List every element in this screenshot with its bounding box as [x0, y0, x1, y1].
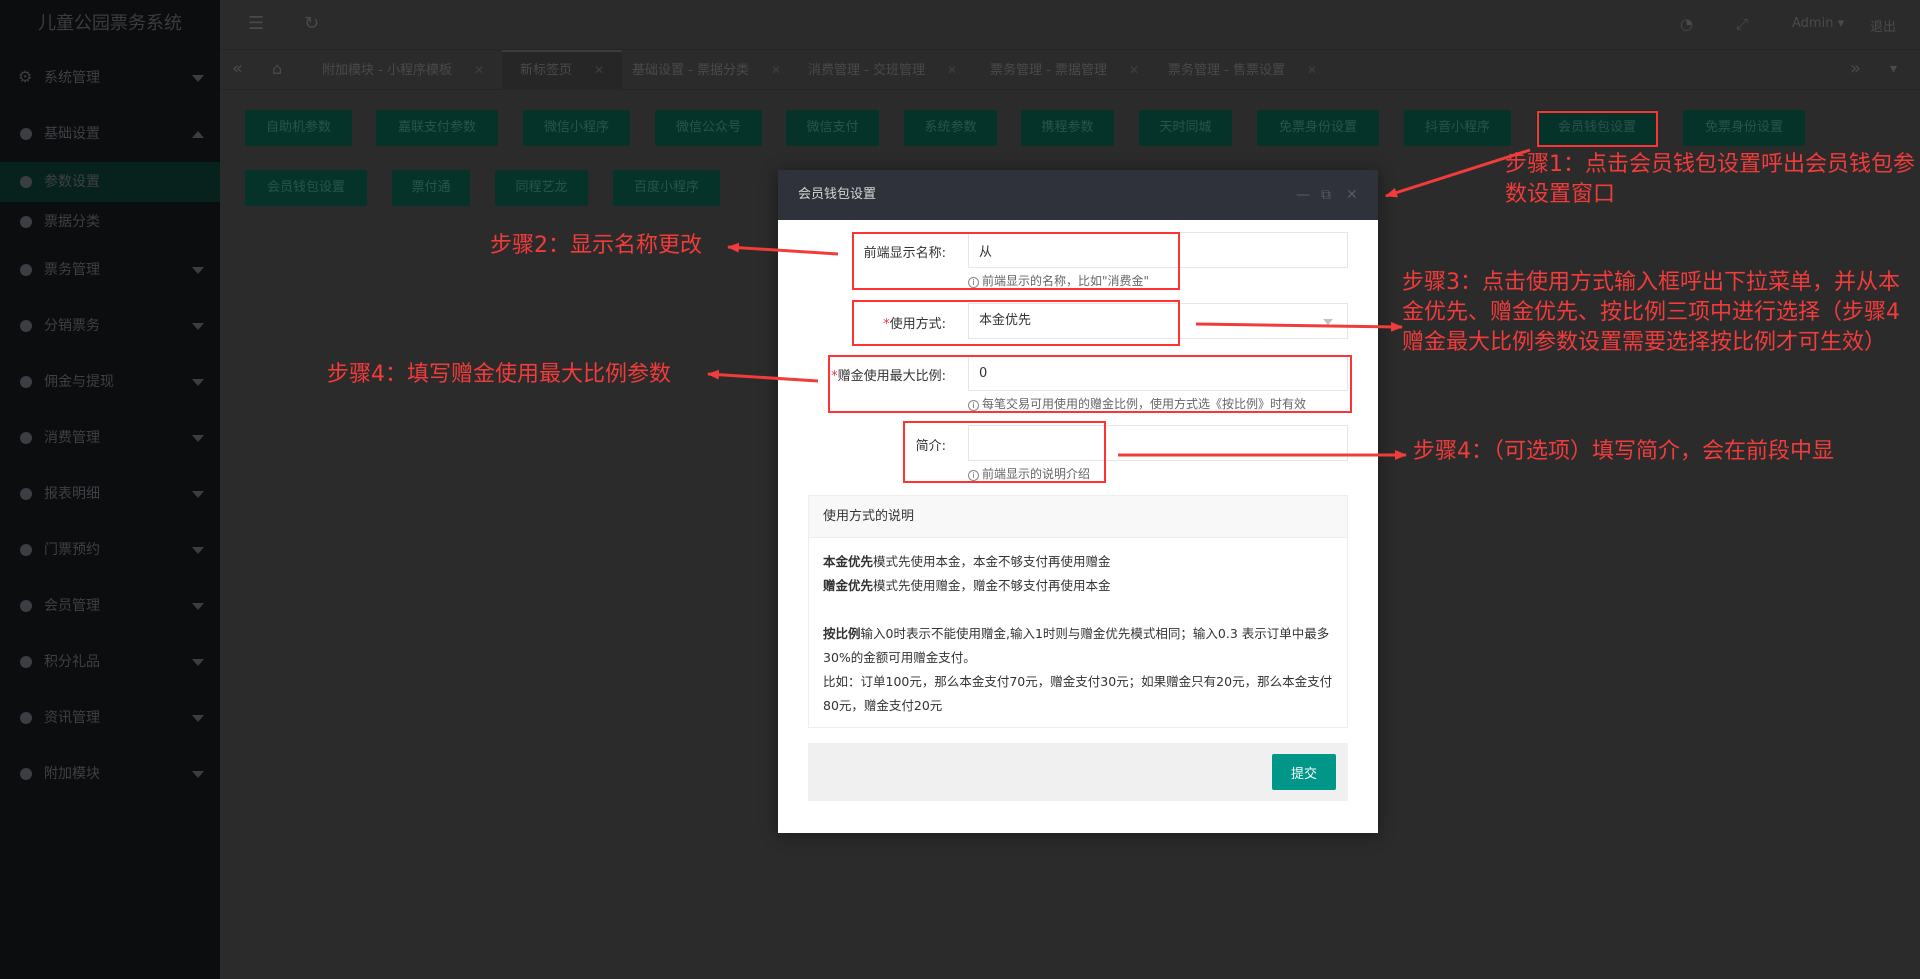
annotation-step2: 步骤2：显示名称更改 — [490, 233, 702, 258]
arrow-step3 — [1195, 321, 1403, 332]
annotation-step1: 步骤1：点击会员钱包设置呼出会员钱包参数设置窗口 — [1505, 152, 1915, 207]
arrow-step4a — [707, 369, 819, 383]
annotation-step3: 步骤3：点击使用方式输入框呼出下拉菜单，并从本金优先、赠金优先、按比例三项中进行… — [1402, 270, 1900, 355]
annotation-arrows — [707, 148, 1531, 460]
annotation-step4b: 步骤4：（可选项）填写简介，会在前段中显 — [1413, 439, 1834, 464]
annotation-step4a: 步骤4：填写赠金使用最大比例参数 — [327, 362, 671, 387]
arrow-step2 — [727, 242, 839, 256]
